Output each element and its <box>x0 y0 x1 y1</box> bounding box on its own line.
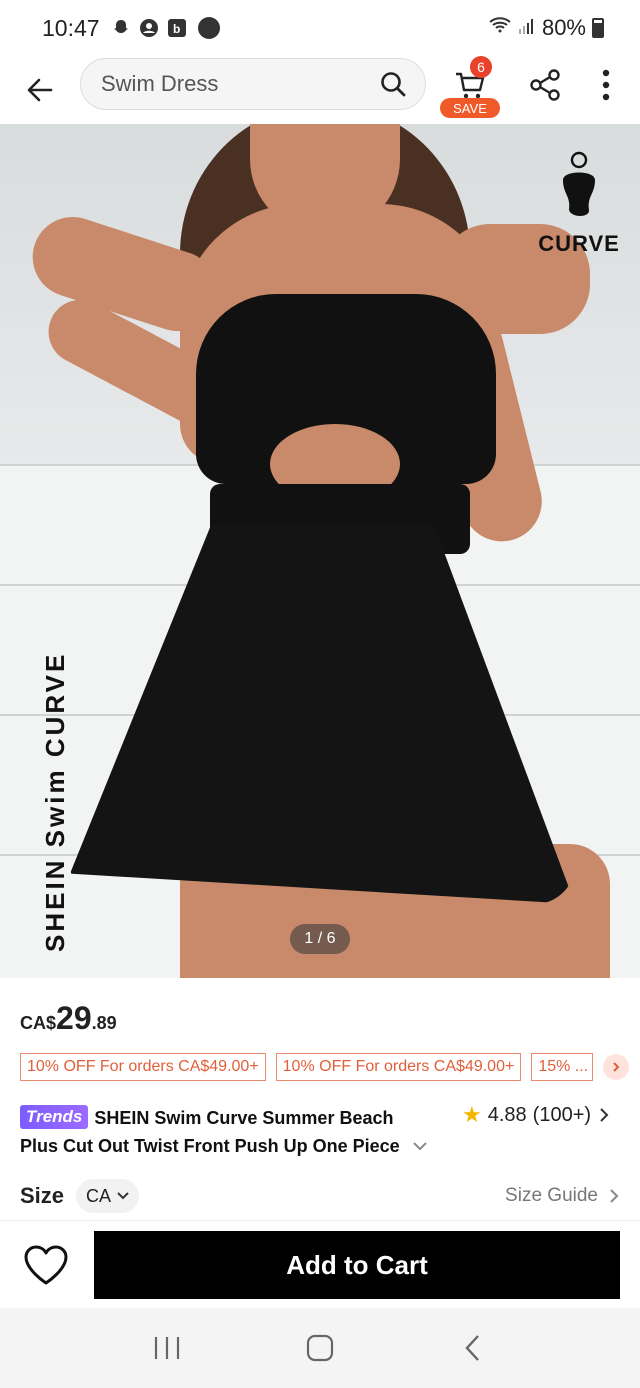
more-notifications-dot <box>197 17 220 39</box>
home-icon <box>306 1334 334 1362</box>
battery-icon <box>592 18 604 38</box>
chevron-left-icon <box>465 1335 480 1361</box>
bottom-action-bar: Add to Cart <box>0 1220 640 1308</box>
back-button[interactable] <box>0 60 80 120</box>
signal-icon <box>518 15 536 41</box>
system-nav-bar <box>0 1308 640 1388</box>
recent-apps-icon <box>154 1337 179 1359</box>
more-options-button[interactable] <box>584 60 628 110</box>
coupon-chip[interactable]: 10% OFF For orders CA$49.00+ <box>20 1053 266 1081</box>
share-icon <box>530 69 560 101</box>
status-right: 80% <box>488 15 604 41</box>
star-icon: ★ <box>462 1102 482 1127</box>
svg-text:b: b <box>173 22 180 36</box>
snapchat-icon <box>110 17 132 39</box>
size-guide-label: Size Guide <box>505 1185 598 1206</box>
save-badge: SAVE <box>440 98 500 118</box>
home-button[interactable] <box>300 1328 340 1368</box>
product-title[interactable]: Trends SHEIN Swim Curve Summer Beach Plus… <box>20 1104 440 1160</box>
coupon-chip[interactable]: 10% OFF For orders CA$49.00+ <box>275 1053 522 1081</box>
vertical-brand-text: SHEIN Swim CURVE <box>40 651 70 952</box>
size-region-select[interactable]: CA <box>76 1179 140 1213</box>
save-label: SAVE <box>453 100 487 116</box>
account-icon <box>138 17 160 39</box>
status-bar: 10:47 b 80% <box>0 0 640 56</box>
rating-count: (100+) <box>532 1103 592 1126</box>
rating[interactable]: ★ 4.88 (100+) <box>462 1102 611 1128</box>
image-counter: 1 / 6 <box>290 924 350 954</box>
wishlist-button[interactable] <box>22 1243 70 1287</box>
rating-value: 4.88 <box>487 1103 527 1126</box>
search-input[interactable]: Swim Dress <box>80 58 426 110</box>
coupon-row: 10% OFF For orders CA$49.00+ 10% OFF For… <box>20 1053 630 1081</box>
cart-count-badge: 6 <box>470 56 492 78</box>
top-nav: Swim Dress 6 SAVE <box>0 56 640 124</box>
system-back-button[interactable] <box>453 1328 493 1368</box>
add-to-cart-button[interactable]: Add to Cart <box>94 1231 620 1299</box>
curve-logo: CURVE <box>536 150 622 257</box>
heart-icon <box>24 1245 68 1285</box>
trends-badge: Trends <box>20 1105 89 1129</box>
wifi-icon <box>488 15 512 41</box>
search-query: Swim Dress <box>101 71 219 96</box>
title-line-2: Plus Cut Out Twist Front Push Up One Pie… <box>20 1136 400 1156</box>
search-icon[interactable] <box>379 70 407 98</box>
chevron-right-icon <box>610 1189 619 1203</box>
product-image[interactable]: CURVE SHEIN Swim CURVE 1 / 6 <box>0 124 640 978</box>
title-line-1: SHEIN Swim Curve Summer Beach <box>94 1108 394 1128</box>
chevron-down-icon <box>117 1192 129 1200</box>
size-region-value: CA <box>86 1185 112 1206</box>
back-arrow-icon <box>27 78 53 102</box>
price-cents: .89 <box>91 1013 117 1033</box>
coupon-chip[interactable]: 15% ... <box>531 1053 594 1081</box>
battery-percent: 80% <box>541 15 586 40</box>
size-label: Size <box>20 1183 65 1208</box>
chevron-right-icon <box>613 1062 620 1072</box>
cart-button[interactable]: 6 SAVE <box>440 56 500 118</box>
share-button[interactable] <box>520 60 570 110</box>
chevron-right-icon <box>600 1108 609 1122</box>
price: CA$ 29 .89 <box>20 1000 117 1037</box>
curve-logo-text: CURVE <box>538 231 620 256</box>
price-currency: CA$ <box>20 1013 57 1033</box>
coupons-more-button[interactable] <box>603 1054 630 1080</box>
size-guide-link[interactable]: Size Guide <box>505 1185 620 1207</box>
chevron-down-icon[interactable] <box>412 1140 428 1152</box>
more-vertical-icon <box>602 69 610 101</box>
size-row: Size CA Size Guide <box>20 1178 620 1214</box>
notification-icons: b <box>110 17 220 39</box>
curve-silhouette-icon <box>563 151 595 216</box>
price-whole: 29 <box>56 1000 92 1036</box>
clock: 10:47 <box>42 14 100 41</box>
booking-icon: b <box>166 17 188 39</box>
recent-apps-button[interactable] <box>147 1328 187 1368</box>
